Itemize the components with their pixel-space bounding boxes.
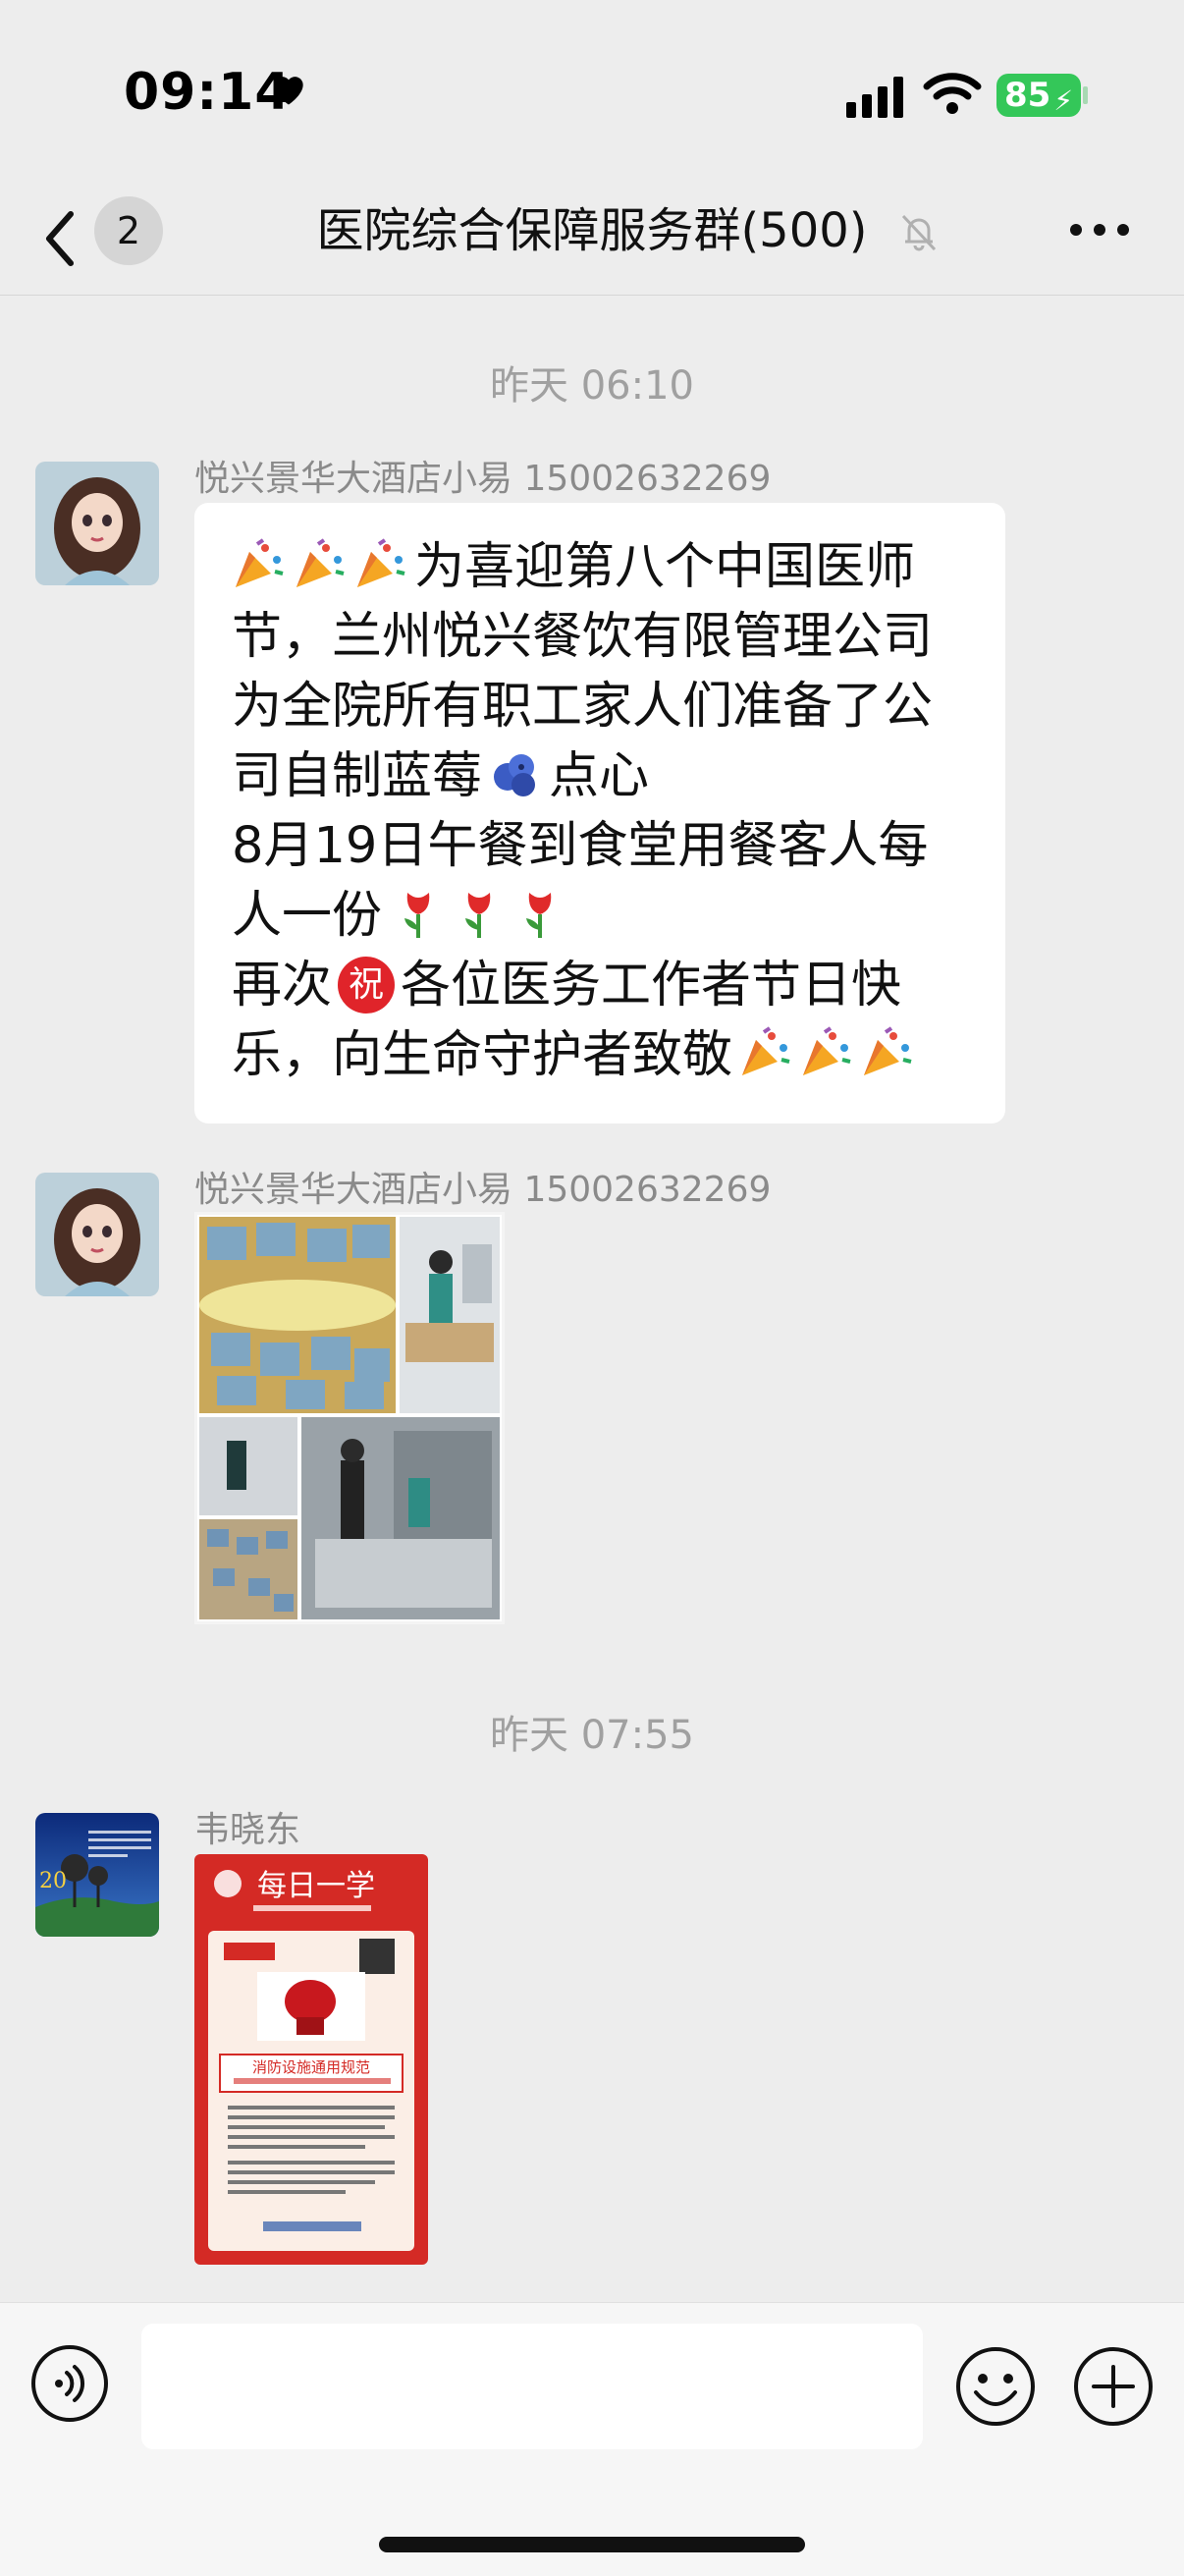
tulip-icon: [404, 893, 430, 938]
cellular-signal-icon: [846, 77, 903, 118]
fire-safety-poster-image[interactable]: 每日一学 消防设施通用规范: [194, 1854, 428, 2265]
message-line: 为全院所有职工家人们准备了公: [232, 678, 934, 736]
party-popper-icon: [236, 538, 284, 587]
poster-heading: 消防设施通用规范: [252, 2058, 370, 2076]
sender-name: 韦晓东: [194, 1810, 301, 1850]
tulip-icon: [465, 893, 491, 938]
battery-indicator: 85 ⚡: [996, 74, 1081, 117]
avatar[interactable]: 20: [35, 1813, 159, 1937]
mute-bell-icon: [901, 214, 937, 251]
sender-name: 悦兴景华大酒店小易 15002632269: [194, 459, 772, 499]
battery-level: 85: [1004, 76, 1051, 115]
poster-title: 每日一学: [257, 1869, 375, 1903]
battery-cap: [1083, 86, 1088, 104]
plus-icon[interactable]: [1070, 2343, 1157, 2430]
timestamp: 昨天 06:10: [490, 363, 694, 409]
party-popper-icon: [864, 1026, 912, 1075]
tulip-icon: [526, 893, 552, 938]
party-popper-icon: [803, 1026, 851, 1075]
message-input[interactable]: [141, 2324, 923, 2449]
chat-title: 医院综合保障服务群(500): [316, 203, 868, 258]
status-time: 09:14: [124, 63, 292, 122]
avatar[interactable]: [35, 1173, 159, 1296]
more-options-icon[interactable]: [1068, 218, 1131, 242]
message-line: 8月19日午餐到食堂用餐客人每: [232, 817, 929, 875]
party-popper-icon: [742, 1026, 790, 1075]
heart-icon: [274, 77, 303, 105]
status-bar: 09:14 85 ⚡: [0, 0, 1184, 187]
blueberry-icon: [494, 754, 536, 796]
message-line: 为喜迎第八个中国医师: [232, 532, 976, 602]
svg-text:20: 20: [39, 1869, 67, 1893]
photo-collage-image[interactable]: [194, 1212, 505, 1624]
avatar[interactable]: [35, 462, 159, 585]
emoji-icon[interactable]: [952, 2343, 1039, 2430]
message-line: 再次祝各位医务工作者节日快: [232, 957, 902, 1014]
message-bubble[interactable]: 为喜迎第八个中国医师 节，兰州悦兴餐饮有限管理公司 为全院所有职工家人们准备了公…: [194, 503, 1005, 1124]
message-line: 乐，向生命守护者致敬: [232, 1020, 976, 1090]
wifi-icon: [923, 73, 982, 114]
home-indicator[interactable]: [379, 2537, 805, 2552]
blessing-emoji-icon: 祝: [338, 957, 396, 1014]
timestamp: 昨天 07:55: [490, 1713, 694, 1758]
message-line: 节，兰州悦兴餐饮有限管理公司: [232, 608, 934, 666]
voice-input-icon[interactable]: [29, 2343, 110, 2424]
party-popper-icon: [357, 538, 405, 587]
sender-name: 悦兴景华大酒店小易 15002632269: [194, 1170, 772, 1210]
message-line: 人一份: [232, 881, 976, 951]
charging-bolt-icon: ⚡: [1053, 84, 1073, 117]
message-line: 司自制蓝莓 点心: [232, 747, 650, 805]
party-popper-icon: [296, 538, 345, 587]
